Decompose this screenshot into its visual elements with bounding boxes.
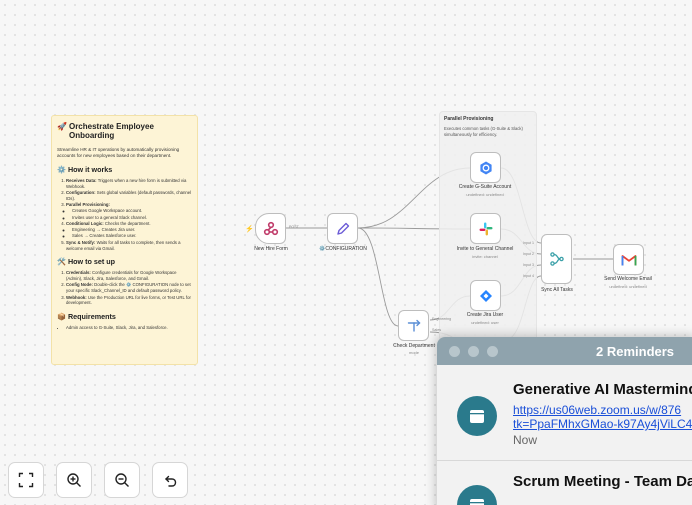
requirements-list: Admin access to G-Suite, Slack, Jira, an… bbox=[57, 325, 192, 331]
reset-button[interactable] bbox=[152, 462, 188, 498]
requirements-heading: 📦 Requirements bbox=[57, 311, 116, 321]
jira-label: Create Jira User bbox=[466, 312, 504, 318]
zoom-in-button[interactable] bbox=[56, 462, 92, 498]
setup-list: Credentials: Configure credentials for G… bbox=[57, 270, 192, 306]
reminders-title: 2 Reminders bbox=[596, 344, 675, 359]
list-item: Credentials: Configure credentials for G… bbox=[66, 270, 192, 281]
package-icon: 📦 bbox=[57, 311, 66, 321]
window-minimize-button[interactable] bbox=[468, 345, 479, 357]
gmail-icon bbox=[621, 254, 636, 265]
configuration-node[interactable] bbox=[327, 213, 358, 244]
list-item: Conditional Logic: Checks the department… bbox=[66, 221, 192, 239]
switch-output-engineering: Engineering bbox=[432, 317, 452, 321]
switch-icon bbox=[407, 319, 420, 332]
list-item: Admin access to G-Suite, Slack, Jira, an… bbox=[66, 325, 192, 331]
rocket-icon: 🚀 bbox=[57, 122, 67, 131]
slack-label: Invite to General Channel bbox=[456, 246, 514, 252]
zoom-in-icon bbox=[67, 473, 81, 487]
reminder-item[interactable]: Generative AI Mastermind https://us06web… bbox=[437, 365, 692, 461]
reminder-item[interactable]: Scrum Meeting - Team Daily bbox=[437, 461, 692, 505]
group-subtitle: Executes common tasks (G-Suite & Slack) … bbox=[444, 126, 523, 137]
reminders-titlebar[interactable]: 2 Reminders bbox=[437, 337, 692, 365]
setup-heading: 🛠️ How to set up bbox=[57, 257, 116, 267]
list-item: Receives Data: Triggers when a new hire … bbox=[66, 178, 192, 189]
pencil-icon bbox=[336, 222, 349, 235]
fit-view-button[interactable] bbox=[8, 462, 44, 498]
webhook-label: New Hire Form bbox=[254, 246, 288, 252]
jira-icon bbox=[479, 289, 492, 302]
fit-view-icon bbox=[18, 472, 34, 488]
sync-input-4: Input 4 bbox=[523, 274, 534, 278]
list-item: Creates Google Workspace account. bbox=[72, 208, 192, 214]
reminders-window[interactable]: 2 Reminders Generative AI Mastermind htt… bbox=[437, 337, 692, 505]
reminder-title: Scrum Meeting - Team Daily bbox=[513, 473, 692, 490]
sync-all-tasks-label: Sync All Tasks bbox=[541, 287, 573, 293]
how-it-works-list: Receives Data: Triggers when a new hire … bbox=[57, 178, 192, 251]
list-item: Invites user to a general Slack channel. bbox=[72, 215, 192, 221]
gmail-node[interactable] bbox=[613, 244, 644, 275]
webhook-port-label: POST bbox=[289, 225, 299, 229]
sync-input-1: Input 1 bbox=[523, 241, 534, 245]
trigger-bolt-icon: ⚡ bbox=[245, 226, 254, 233]
slack-icon bbox=[479, 222, 492, 235]
sync-input-3: Input 3 bbox=[523, 263, 534, 267]
webhook-icon bbox=[263, 221, 278, 235]
reminder-time: Now bbox=[513, 433, 538, 447]
calendar-icon bbox=[457, 396, 497, 436]
gsuite-icon bbox=[479, 161, 492, 174]
tools-icon: 🛠️ bbox=[57, 257, 66, 267]
gmail-label: Send Welcome Email bbox=[604, 276, 652, 282]
list-item: Config Node: Double-click the ⚙️ CONFIGU… bbox=[66, 282, 192, 293]
sync-all-tasks-node[interactable] bbox=[541, 234, 572, 284]
gmail-sublabel: undefined: undefined bbox=[609, 284, 647, 289]
gear-icon: ⚙️ bbox=[57, 165, 66, 174]
gsuite-label: Create G-Suite Account bbox=[458, 184, 512, 190]
switch-output-sales: Sales bbox=[432, 328, 441, 332]
sync-input-2: Input 2 bbox=[523, 252, 534, 256]
reminder-link[interactable]: https://us06web.zoom.us/w/876 bbox=[513, 403, 681, 417]
list-item: Engineering → Creates Jira user. bbox=[72, 227, 192, 233]
zoom-out-button[interactable] bbox=[104, 462, 140, 498]
reminder-title: Generative AI Mastermind bbox=[513, 381, 692, 398]
merge-icon bbox=[549, 252, 564, 266]
sticky-title: 🚀 Orchestrate Employee Onboarding bbox=[57, 122, 154, 140]
slack-node[interactable] bbox=[470, 213, 501, 244]
window-maximize-button[interactable] bbox=[487, 345, 498, 357]
group-title: Parallel Provisioning bbox=[444, 116, 494, 122]
list-item: Webhook: Use the Production URL for live… bbox=[66, 295, 192, 306]
configuration-label: ⚙️CONFIGURATION bbox=[319, 246, 367, 252]
webhook-node[interactable] bbox=[255, 213, 286, 244]
slack-sublabel: invite: channel bbox=[472, 254, 498, 259]
reminder-link-continued[interactable]: tk=PpaFMhxGMao-k97Ay4jViLC4 bbox=[513, 417, 692, 431]
how-it-works-heading: ⚙️ How it works bbox=[57, 165, 113, 174]
jira-sublabel: undefined: user bbox=[471, 320, 499, 325]
list-item: Sales → Creates Salesforce user. bbox=[72, 233, 192, 239]
list-item: Sync & Notify: Waits for all tasks to co… bbox=[66, 240, 192, 251]
check-department-node[interactable] bbox=[398, 310, 429, 341]
sticky-intro: Streamline HR & IT operations by automat… bbox=[57, 147, 180, 158]
zoom-out-icon bbox=[115, 473, 129, 487]
link-config-switch bbox=[357, 227, 399, 327]
gsuite-node[interactable] bbox=[470, 152, 501, 183]
gsuite-sublabel: undefined: undefined bbox=[466, 192, 504, 197]
window-close-button[interactable] bbox=[449, 345, 460, 357]
list-item: Configuration: Sets global variables (de… bbox=[66, 190, 192, 201]
undo-icon bbox=[165, 475, 177, 487]
sticky-note[interactable]: 🚀 Orchestrate Employee Onboarding Streaml… bbox=[51, 115, 198, 365]
list-item: Parallel Provisioning: Creates Google Wo… bbox=[66, 202, 192, 220]
calendar-icon bbox=[457, 485, 497, 505]
jira-node[interactable] bbox=[470, 280, 501, 311]
